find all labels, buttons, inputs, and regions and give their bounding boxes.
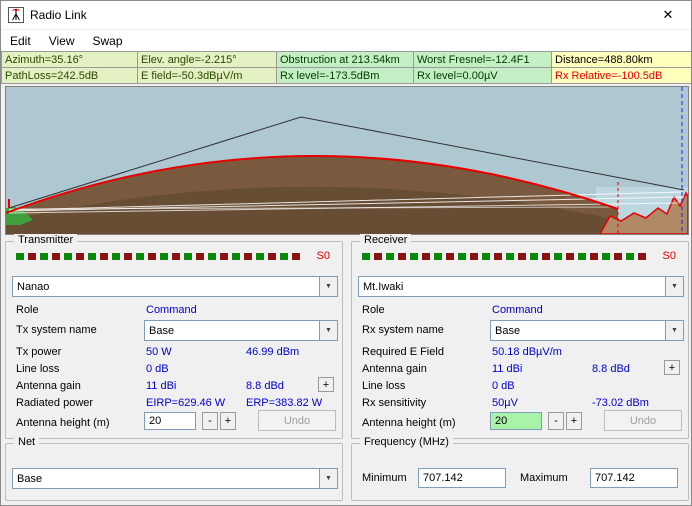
rx-unit-select[interactable]: Mt.Iwaki ▼	[358, 276, 684, 297]
status-azimuth: Azimuth=35.16°	[2, 52, 138, 68]
frequency-group-title: Frequency (MHz)	[360, 436, 453, 448]
tx-signal-meter	[16, 253, 300, 261]
radio-link-window: Radio Link ✕ Edit View Swap Azimuth=35.1…	[0, 0, 692, 506]
status-obstruction: Obstruction at 213.54km	[277, 52, 414, 68]
rx-antenna-gain-dbd: 8.8 dBd	[592, 363, 630, 375]
frequency-max-label: Maximum	[520, 472, 568, 484]
rx-antenna-gain-label: Antenna gain	[362, 363, 427, 375]
tx-antenna-height-label: Antenna height (m)	[16, 417, 110, 429]
rx-height-increase-button[interactable]: +	[566, 412, 582, 430]
chevron-down-icon[interactable]: ▼	[319, 321, 337, 340]
tx-antenna-gain-dbd: 8.8 dBd	[246, 380, 284, 392]
rx-role-value: Command	[492, 304, 543, 316]
frequency-min-label: Minimum	[362, 472, 407, 484]
tx-unit-select[interactable]: Nanao ▼	[12, 276, 338, 297]
tx-height-increase-button[interactable]: +	[220, 412, 236, 430]
rx-sensitivity-label: Rx sensitivity	[362, 397, 427, 409]
tx-antenna-gain-plus-button[interactable]: +	[318, 377, 334, 392]
rx-sensitivity-dbm: -73.02 dBm	[592, 397, 649, 409]
status-worst-fresnel: Worst Fresnel=-12.4F1	[414, 52, 552, 68]
net-select[interactable]: Base ▼	[12, 468, 338, 489]
chevron-down-icon[interactable]: ▼	[319, 469, 337, 488]
rx-signal-level: S0	[662, 250, 676, 262]
status-grid: Azimuth=35.16° Elev. angle=-2.215° Obstr…	[1, 51, 691, 84]
app-icon	[8, 7, 24, 23]
status-distance: Distance=488.80km	[552, 52, 691, 68]
rx-role-label: Role	[362, 304, 385, 316]
rx-required-efield-value: 50.18 dBµV/m	[492, 346, 562, 358]
tx-system-label: Tx system name	[16, 324, 97, 336]
rx-system-value: Base	[495, 324, 521, 337]
tx-antenna-height-input[interactable]	[144, 412, 196, 430]
tx-power-label: Tx power	[16, 346, 62, 358]
rx-antenna-gain-dbi: 11 dBi	[492, 363, 523, 375]
rx-antenna-height-input[interactable]	[490, 412, 542, 430]
rx-system-select[interactable]: Base ▼	[490, 320, 684, 341]
net-group-title: Net	[14, 436, 40, 448]
rx-system-label: Rx system name	[362, 324, 444, 336]
tx-system-value: Base	[149, 324, 175, 337]
transmitter-group: Transmitter S0 Nanao ▼ Role Command Tx s…	[5, 234, 343, 439]
menu-edit[interactable]: Edit	[1, 32, 40, 50]
tx-system-select[interactable]: Base ▼	[144, 320, 338, 341]
menu-swap[interactable]: Swap	[83, 32, 131, 50]
rx-unit-value: Mt.Iwaki	[363, 280, 404, 293]
chevron-down-icon[interactable]: ▼	[665, 277, 683, 296]
tx-antenna-gain-label: Antenna gain	[16, 380, 81, 392]
rx-signal-meter	[362, 253, 646, 261]
status-rx-relative: Rx Relative=-100.5dB	[552, 68, 691, 84]
tx-height-decrease-button[interactable]: -	[202, 412, 218, 430]
tx-undo-button[interactable]: Undo	[258, 410, 336, 431]
frequency-max-input[interactable]	[590, 468, 678, 488]
net-value: Base	[17, 472, 43, 485]
tx-unit-value: Nanao	[17, 280, 50, 293]
receiver-group-title: Receiver	[360, 234, 412, 246]
tx-line-loss-label: Line loss	[16, 363, 60, 375]
rx-antenna-gain-plus-button[interactable]: +	[664, 360, 680, 375]
tx-signal-level: S0	[316, 250, 330, 262]
title-bar: Radio Link ✕	[1, 1, 691, 30]
rx-required-efield-label: Required E Field	[362, 346, 444, 358]
tx-eirp-value: EIRP=629.46 W	[146, 397, 226, 409]
window-title: Radio Link	[30, 8, 87, 22]
net-group: Net Base ▼	[5, 436, 343, 501]
tx-erp-value: ERP=383.82 W	[246, 397, 323, 409]
rx-height-decrease-button[interactable]: -	[548, 412, 564, 430]
status-e-field: E field=-50.3dBµV/m	[138, 68, 277, 84]
receiver-group: Receiver S0 Mt.Iwaki ▼ Role Command Rx s…	[351, 234, 689, 439]
tx-role-label: Role	[16, 304, 39, 316]
rx-sensitivity-uv: 50µV	[492, 397, 518, 409]
rx-line-loss-label: Line loss	[362, 380, 406, 392]
tx-role-value: Command	[146, 304, 197, 316]
tx-radiated-power-label: Radiated power	[16, 397, 94, 409]
close-button[interactable]: ✕	[645, 1, 691, 29]
frequency-min-input[interactable]	[418, 468, 506, 488]
status-elevation-angle: Elev. angle=-2.215°	[138, 52, 277, 68]
tx-power-watts: 50 W	[146, 346, 172, 358]
tx-power-dbm: 46.99 dBm	[246, 346, 300, 358]
chevron-down-icon[interactable]: ▼	[665, 321, 683, 340]
profile-chart	[5, 86, 689, 235]
profile-chart-canvas	[6, 87, 688, 234]
chevron-down-icon[interactable]: ▼	[319, 277, 337, 296]
frequency-group: Frequency (MHz) Minimum Maximum	[351, 436, 689, 501]
transmitter-group-title: Transmitter	[14, 234, 78, 246]
tx-line-loss-value: 0 dB	[146, 363, 169, 375]
menu-view[interactable]: View	[40, 32, 84, 50]
status-rx-level-dbm: Rx level=-173.5dBm	[277, 68, 414, 84]
rx-antenna-height-label: Antenna height (m)	[362, 417, 456, 429]
menu-bar: Edit View Swap	[1, 30, 691, 51]
tx-antenna-gain-dbi: 11 dBi	[146, 380, 177, 392]
rx-line-loss-value: 0 dB	[492, 380, 515, 392]
status-rx-level-uv: Rx level=0.00µV	[414, 68, 552, 84]
rx-undo-button[interactable]: Undo	[604, 410, 682, 431]
status-pathloss: PathLoss=242.5dB	[2, 68, 138, 84]
